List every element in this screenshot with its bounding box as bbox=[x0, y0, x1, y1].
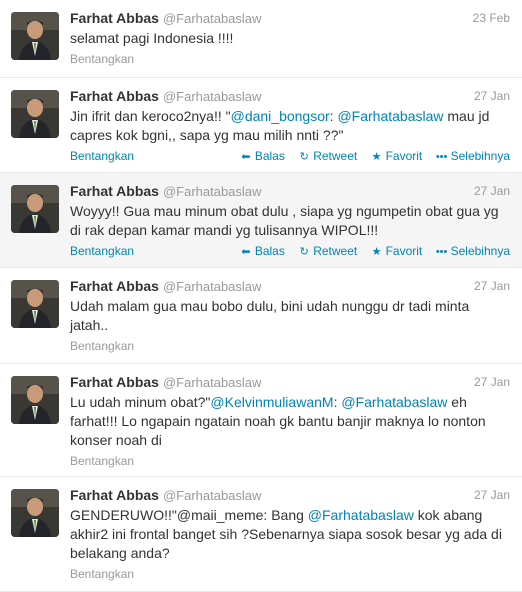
mention-link[interactable]: @KelvinmuliawanM bbox=[210, 394, 333, 410]
tweet-username[interactable]: @Farhatabaslaw bbox=[163, 89, 261, 104]
tweet-username[interactable]: @Farhatabaslaw bbox=[163, 279, 261, 294]
tweet-text-part: Jin ifrit dan keroco2nya!! " bbox=[70, 108, 231, 124]
favorite-button[interactable]: ★ Favorit bbox=[371, 147, 423, 166]
reply-label: Balas bbox=[254, 244, 285, 258]
reply-label: Balas bbox=[254, 149, 285, 163]
avatar[interactable] bbox=[11, 376, 59, 424]
tweet-fullname[interactable]: Farhat Abbas bbox=[70, 487, 159, 503]
favorite-label: Favorit bbox=[385, 149, 423, 163]
tweet-timestamp[interactable]: 27 Jan bbox=[474, 182, 510, 200]
tweet-username[interactable]: @Farhatabaslaw bbox=[163, 488, 261, 503]
expand-link[interactable]: Bentangkan bbox=[70, 565, 134, 583]
reply-button[interactable]: ⬅ Balas bbox=[240, 242, 285, 261]
tweet-item[interactable]: Farhat Abbas @Farhatabaslaw 27 Jan GENDER… bbox=[0, 477, 522, 592]
tweet-text: Lu udah minum obat?"@KelvinmuliawanM: @F… bbox=[70, 393, 510, 450]
favorite-label: Favorit bbox=[385, 244, 423, 258]
expand-link[interactable]: Bentangkan bbox=[70, 452, 134, 470]
star-icon: ★ bbox=[371, 151, 382, 163]
tweet-footer: Bentangkan bbox=[70, 565, 510, 583]
avatar[interactable] bbox=[11, 280, 59, 328]
avatar[interactable] bbox=[11, 12, 59, 60]
expand-link[interactable]: Bentangkan bbox=[70, 337, 134, 355]
retweet-button[interactable]: ↻ Retweet bbox=[298, 242, 358, 261]
mention-link[interactable]: @dani_bongsor bbox=[231, 108, 330, 124]
tweet-timeline: Farhat Abbas @Farhatabaslaw 23 Feb selama… bbox=[0, 0, 522, 592]
mention-link[interactable]: @Farhatabaslaw bbox=[337, 108, 443, 124]
mention-link[interactable]: @Farhatabaslaw bbox=[308, 507, 414, 523]
tweet-footer: Bentangkan ⬅ Balas ↻ Retweet ★ Favorit ••• S… bbox=[70, 242, 510, 260]
tweet-item[interactable]: Farhat Abbas @Farhatabaslaw 27 Jan Lu uda… bbox=[0, 364, 522, 477]
tweet-item[interactable]: Farhat Abbas @Farhatabaslaw 27 Jan Udah m… bbox=[0, 268, 522, 364]
tweet-item[interactable]: Farhat Abbas @Farhatabaslaw 23 Feb selama… bbox=[0, 0, 522, 78]
more-button[interactable]: ••• Selebihnya bbox=[436, 242, 510, 261]
tweet-text-part: Lu udah minum obat?" bbox=[70, 394, 211, 410]
favorite-button[interactable]: ★ Favorit bbox=[371, 242, 423, 261]
tweet-fullname[interactable]: Farhat Abbas bbox=[70, 374, 159, 390]
tweet-text: Woyyy!! Gua mau minum obat dulu , siapa … bbox=[70, 203, 499, 238]
tweet-text: GENDERUWO!!"@maii_meme: Bang @Farhatabas… bbox=[70, 506, 510, 563]
avatar[interactable] bbox=[11, 90, 59, 138]
tweet-fullname[interactable]: Farhat Abbas bbox=[70, 10, 159, 26]
tweet-actions: ⬅ Balas ↻ Retweet ★ Favorit ••• Selebihnya bbox=[230, 242, 510, 261]
retweet-icon: ↻ bbox=[299, 246, 309, 258]
tweet-actions: ⬅ Balas ↻ Retweet ★ Favorit ••• Selebihnya bbox=[230, 147, 510, 166]
retweet-button[interactable]: ↻ Retweet bbox=[298, 147, 358, 166]
more-dots-icon: ••• bbox=[435, 246, 448, 258]
tweet-text: selamat pagi Indonesia !!!! bbox=[70, 30, 234, 46]
tweet-footer: Bentangkan bbox=[70, 452, 510, 470]
tweet-timestamp[interactable]: 23 Feb bbox=[473, 9, 510, 27]
retweet-label: Retweet bbox=[313, 244, 358, 258]
expand-link[interactable]: Bentangkan bbox=[70, 50, 134, 68]
more-button[interactable]: ••• Selebihnya bbox=[436, 147, 510, 166]
tweet-timestamp[interactable]: 27 Jan bbox=[474, 87, 510, 105]
retweet-icon: ↻ bbox=[299, 151, 309, 163]
retweet-label: Retweet bbox=[313, 149, 358, 163]
avatar[interactable] bbox=[11, 489, 59, 537]
tweet-text: Jin ifrit dan keroco2nya!! "@dani_bongso… bbox=[70, 107, 510, 145]
more-label: Selebihnya bbox=[450, 149, 510, 163]
tweet-item[interactable]: Farhat Abbas @Farhatabaslaw 27 Jan Jin if… bbox=[0, 78, 522, 173]
tweet-fullname[interactable]: Farhat Abbas bbox=[70, 88, 159, 104]
reply-icon: ⬅ bbox=[241, 246, 251, 258]
tweet-username[interactable]: @Farhatabaslaw bbox=[163, 184, 261, 199]
tweet-item[interactable]: Farhat Abbas @Farhatabaslaw 27 Jan Woyyy!… bbox=[0, 173, 522, 268]
tweet-footer: Bentangkan ⬅ Balas ↻ Retweet ★ Favorit ••• S… bbox=[70, 147, 510, 165]
tweet-footer: Bentangkan bbox=[70, 50, 510, 68]
tweet-fullname[interactable]: Farhat Abbas bbox=[70, 278, 159, 294]
more-label: Selebihnya bbox=[450, 244, 510, 258]
expand-link[interactable]: Bentangkan bbox=[70, 242, 134, 260]
reply-button[interactable]: ⬅ Balas bbox=[240, 147, 285, 166]
tweet-fullname[interactable]: Farhat Abbas bbox=[70, 183, 159, 199]
tweet-timestamp[interactable]: 27 Jan bbox=[474, 373, 510, 391]
mention-link[interactable]: @Farhatabaslaw bbox=[341, 394, 447, 410]
tweet-footer: Bentangkan bbox=[70, 337, 510, 355]
avatar[interactable] bbox=[11, 185, 59, 233]
tweet-username[interactable]: @Farhatabaslaw bbox=[163, 11, 261, 26]
tweet-username[interactable]: @Farhatabaslaw bbox=[163, 375, 261, 390]
tweet-text-part: GENDERUWO!!"@maii_meme: Bang bbox=[70, 507, 308, 523]
expand-link[interactable]: Bentangkan bbox=[70, 147, 134, 165]
reply-icon: ⬅ bbox=[241, 151, 251, 163]
tweet-timestamp[interactable]: 27 Jan bbox=[474, 277, 510, 295]
star-icon: ★ bbox=[371, 246, 382, 258]
tweet-text: Udah malam gua mau bobo dulu, bini udah … bbox=[70, 298, 470, 333]
more-dots-icon: ••• bbox=[435, 151, 448, 163]
tweet-timestamp[interactable]: 27 Jan bbox=[474, 486, 510, 504]
